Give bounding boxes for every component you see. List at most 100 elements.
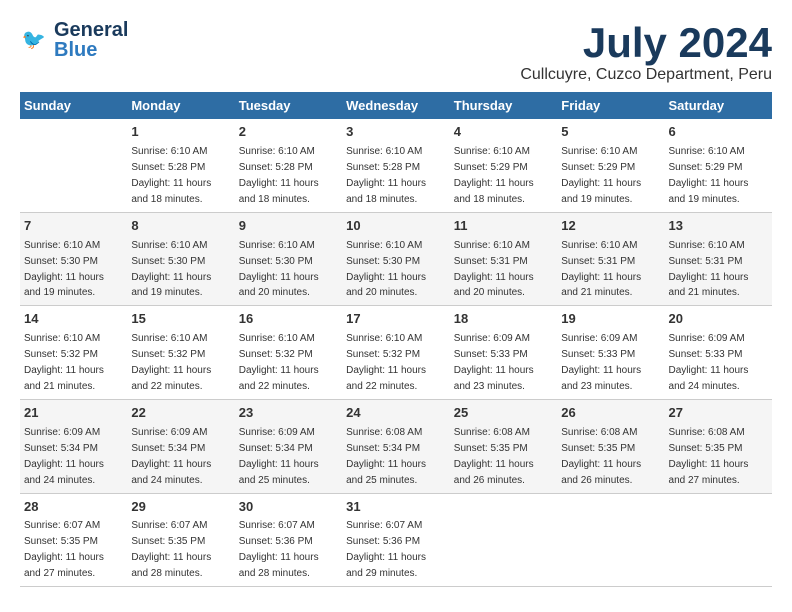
- calendar-cell: 8 Sunrise: 6:10 AM Sunset: 5:30 PM Daylig…: [127, 212, 234, 306]
- day-info: Sunrise: 6:10 AM Sunset: 5:28 PM Dayligh…: [239, 146, 319, 205]
- day-info: Sunrise: 6:10 AM Sunset: 5:32 PM Dayligh…: [239, 333, 319, 392]
- calendar-cell: 23 Sunrise: 6:09 AM Sunset: 5:34 PM Dayli…: [235, 399, 342, 493]
- day-number: 11: [454, 217, 553, 236]
- day-number: 8: [131, 217, 230, 236]
- logo: 🐦 General Blue: [20, 20, 128, 60]
- calendar-cell: 28 Sunrise: 6:07 AM Sunset: 5:35 PM Dayli…: [20, 493, 127, 587]
- calendar-cell: 18Sunrise: 6:09 AM Sunset: 5:33 PM Dayli…: [450, 306, 557, 400]
- calendar-cell: 19Sunrise: 6:09 AM Sunset: 5:33 PM Dayli…: [557, 306, 664, 400]
- header-sunday: Sunday: [20, 92, 127, 119]
- day-number: 3: [346, 123, 446, 142]
- calendar-cell: 30 Sunrise: 6:07 AM Sunset: 5:36 PM Dayli…: [235, 493, 342, 587]
- header-monday: Monday: [127, 92, 234, 119]
- day-number: 25: [454, 404, 553, 423]
- day-number: 14: [24, 310, 123, 329]
- day-info: Sunrise: 6:10 AM Sunset: 5:31 PM Dayligh…: [454, 240, 534, 299]
- day-info: Sunrise: 6:10 AM Sunset: 5:30 PM Dayligh…: [131, 240, 211, 299]
- day-info: Sunrise: 6:10 AM Sunset: 5:30 PM Dayligh…: [239, 240, 319, 299]
- day-number: 19: [561, 310, 660, 329]
- day-info: Sunrise: 6:07 AM Sunset: 5:35 PM Dayligh…: [131, 520, 211, 579]
- header-thursday: Thursday: [450, 92, 557, 119]
- calendar-cell: 10 Sunrise: 6:10 AM Sunset: 5:30 PM Dayli…: [342, 212, 450, 306]
- calendar-week-row: 28 Sunrise: 6:07 AM Sunset: 5:35 PM Dayli…: [20, 493, 772, 587]
- day-number: 20: [669, 310, 768, 329]
- day-number: 4: [454, 123, 553, 142]
- day-info: Sunrise: 6:07 AM Sunset: 5:36 PM Dayligh…: [346, 520, 426, 579]
- header-wednesday: Wednesday: [342, 92, 450, 119]
- calendar-cell: 27Sunrise: 6:08 AM Sunset: 5:35 PM Dayli…: [665, 399, 772, 493]
- calendar-week-row: 14 Sunrise: 6:10 AM Sunset: 5:32 PM Dayli…: [20, 306, 772, 400]
- day-number: 27: [669, 404, 768, 423]
- day-info: Sunrise: 6:08 AM Sunset: 5:35 PM Dayligh…: [561, 427, 641, 486]
- calendar-cell: 12 Sunrise: 6:10 AM Sunset: 5:31 PM Dayli…: [557, 212, 664, 306]
- calendar-week-row: 7 Sunrise: 6:10 AM Sunset: 5:30 PM Daylig…: [20, 212, 772, 306]
- day-number: 28: [24, 498, 123, 517]
- calendar-cell: 24Sunrise: 6:08 AM Sunset: 5:34 PM Dayli…: [342, 399, 450, 493]
- day-info: Sunrise: 6:10 AM Sunset: 5:32 PM Dayligh…: [346, 333, 426, 392]
- calendar-cell: 7 Sunrise: 6:10 AM Sunset: 5:30 PM Daylig…: [20, 212, 127, 306]
- day-info: Sunrise: 6:07 AM Sunset: 5:35 PM Dayligh…: [24, 520, 104, 579]
- calendar-cell: 26 Sunrise: 6:08 AM Sunset: 5:35 PM Dayli…: [557, 399, 664, 493]
- day-info: Sunrise: 6:09 AM Sunset: 5:34 PM Dayligh…: [24, 427, 104, 486]
- day-number: 12: [561, 217, 660, 236]
- day-info: Sunrise: 6:10 AM Sunset: 5:30 PM Dayligh…: [346, 240, 426, 299]
- calendar-cell: 11 Sunrise: 6:10 AM Sunset: 5:31 PM Dayli…: [450, 212, 557, 306]
- location-title: Cullcuyre, Cuzco Department, Peru: [520, 66, 772, 84]
- day-info: Sunrise: 6:09 AM Sunset: 5:33 PM Dayligh…: [669, 333, 749, 392]
- page-header: 🐦 General Blue July 2024 Cullcuyre, Cuzc…: [20, 20, 772, 84]
- day-info: Sunrise: 6:07 AM Sunset: 5:36 PM Dayligh…: [239, 520, 319, 579]
- day-info: Sunrise: 6:10 AM Sunset: 5:29 PM Dayligh…: [669, 146, 749, 205]
- day-info: Sunrise: 6:10 AM Sunset: 5:32 PM Dayligh…: [131, 333, 211, 392]
- day-info: Sunrise: 6:10 AM Sunset: 5:29 PM Dayligh…: [561, 146, 641, 205]
- calendar-cell: 1Sunrise: 6:10 AM Sunset: 5:28 PM Daylig…: [127, 119, 234, 212]
- calendar-cell: 3Sunrise: 6:10 AM Sunset: 5:28 PM Daylig…: [342, 119, 450, 212]
- day-info: Sunrise: 6:09 AM Sunset: 5:34 PM Dayligh…: [239, 427, 319, 486]
- calendar-cell: 29 Sunrise: 6:07 AM Sunset: 5:35 PM Dayli…: [127, 493, 234, 587]
- calendar-week-row: 21 Sunrise: 6:09 AM Sunset: 5:34 PM Dayli…: [20, 399, 772, 493]
- calendar-cell: [557, 493, 664, 587]
- header-tuesday: Tuesday: [235, 92, 342, 119]
- day-number: 29: [131, 498, 230, 517]
- logo-text-block: General Blue: [54, 20, 128, 60]
- day-number: 21: [24, 404, 123, 423]
- header-friday: Friday: [557, 92, 664, 119]
- day-number: 30: [239, 498, 338, 517]
- calendar-week-row: 1Sunrise: 6:10 AM Sunset: 5:28 PM Daylig…: [20, 119, 772, 212]
- calendar-header-row: SundayMondayTuesdayWednesdayThursdayFrid…: [20, 92, 772, 119]
- day-number: 16: [239, 310, 338, 329]
- calendar-cell: 16 Sunrise: 6:10 AM Sunset: 5:32 PM Dayli…: [235, 306, 342, 400]
- day-number: 10: [346, 217, 446, 236]
- day-number: 26: [561, 404, 660, 423]
- day-info: Sunrise: 6:10 AM Sunset: 5:30 PM Dayligh…: [24, 240, 104, 299]
- day-number: 5: [561, 123, 660, 142]
- logo-line1: General: [54, 20, 128, 40]
- calendar-cell: 31Sunrise: 6:07 AM Sunset: 5:36 PM Dayli…: [342, 493, 450, 587]
- calendar-cell: [665, 493, 772, 587]
- calendar-cell: 22 Sunrise: 6:09 AM Sunset: 5:34 PM Dayli…: [127, 399, 234, 493]
- calendar-cell: 14 Sunrise: 6:10 AM Sunset: 5:32 PM Dayli…: [20, 306, 127, 400]
- calendar-cell: 13Sunrise: 6:10 AM Sunset: 5:31 PM Dayli…: [665, 212, 772, 306]
- calendar-cell: 20 Sunrise: 6:09 AM Sunset: 5:33 PM Dayli…: [665, 306, 772, 400]
- calendar-cell: [450, 493, 557, 587]
- day-number: 17: [346, 310, 446, 329]
- day-number: 15: [131, 310, 230, 329]
- day-info: Sunrise: 6:08 AM Sunset: 5:34 PM Dayligh…: [346, 427, 426, 486]
- day-number: 22: [131, 404, 230, 423]
- month-title: July 2024: [520, 20, 772, 66]
- day-info: Sunrise: 6:09 AM Sunset: 5:34 PM Dayligh…: [131, 427, 211, 486]
- day-number: 6: [669, 123, 768, 142]
- day-info: Sunrise: 6:08 AM Sunset: 5:35 PM Dayligh…: [454, 427, 534, 486]
- calendar-cell: 21 Sunrise: 6:09 AM Sunset: 5:34 PM Dayli…: [20, 399, 127, 493]
- logo-line2: Blue: [54, 40, 97, 60]
- calendar-cell: 15 Sunrise: 6:10 AM Sunset: 5:32 PM Dayli…: [127, 306, 234, 400]
- day-number: 13: [669, 217, 768, 236]
- day-info: Sunrise: 6:10 AM Sunset: 5:32 PM Dayligh…: [24, 333, 104, 392]
- title-section: July 2024 Cullcuyre, Cuzco Department, P…: [520, 20, 772, 84]
- day-info: Sunrise: 6:10 AM Sunset: 5:31 PM Dayligh…: [561, 240, 641, 299]
- calendar-cell: 17 Sunrise: 6:10 AM Sunset: 5:32 PM Dayli…: [342, 306, 450, 400]
- day-number: 23: [239, 404, 338, 423]
- calendar-cell: [20, 119, 127, 212]
- svg-text:🐦: 🐦: [22, 29, 46, 51]
- calendar-cell: 6 Sunrise: 6:10 AM Sunset: 5:29 PM Daylig…: [665, 119, 772, 212]
- day-number: 7: [24, 217, 123, 236]
